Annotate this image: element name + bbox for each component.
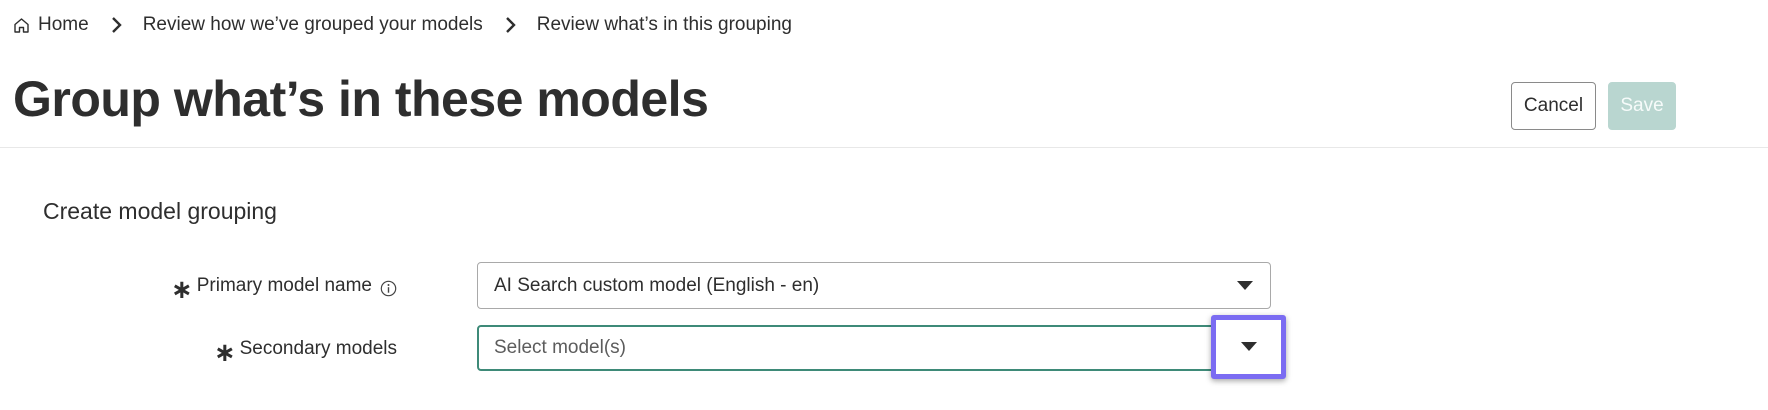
secondary-models-label: ∗ Secondary models — [214, 325, 397, 372]
breadcrumb-home[interactable]: Home — [13, 14, 89, 36]
cancel-button[interactable]: Cancel — [1511, 82, 1596, 130]
required-mark: ∗ — [213, 336, 236, 367]
info-icon[interactable] — [380, 280, 397, 297]
header-divider — [0, 147, 1768, 148]
breadcrumb: Home Review how we’ve grouped your model… — [13, 12, 792, 38]
caret-down-icon — [1240, 342, 1257, 352]
section-title: Create model grouping — [43, 198, 277, 224]
breadcrumb-current: Review what’s in this grouping — [537, 14, 792, 36]
secondary-models-select[interactable]: Select model(s) — [477, 325, 1271, 371]
caret-down-icon[interactable] — [1237, 280, 1253, 291]
header-actions: Cancel Save — [1511, 82, 1676, 130]
breadcrumb-review-groups[interactable]: Review how we’ve grouped your models — [143, 14, 483, 36]
secondary-models-label-text: Secondary models — [239, 337, 397, 359]
primary-model-select[interactable]: AI Search custom model (English - en) — [477, 262, 1271, 309]
primary-model-value: AI Search custom model (English - en) — [494, 274, 820, 296]
primary-model-label: ∗ Primary model name — [171, 262, 397, 309]
secondary-models-placeholder: Select model(s) — [494, 337, 626, 358]
primary-model-label-text: Primary model name — [196, 274, 372, 296]
page: Home Review how we’ve grouped your model… — [0, 0, 1768, 410]
secondary-models-dropdown-toggle[interactable] — [1211, 315, 1286, 379]
required-mark: ∗ — [170, 273, 193, 304]
breadcrumb-home-label: Home — [38, 14, 89, 35]
save-button[interactable]: Save — [1608, 82, 1676, 130]
home-icon — [13, 17, 30, 34]
breadcrumb-review-groups-label: Review how we’ve grouped your models — [142, 14, 483, 35]
chevron-right-icon — [109, 16, 123, 34]
page-title: Group what’s in these models — [13, 71, 709, 127]
breadcrumb-current-label: Review what’s in this grouping — [536, 14, 792, 35]
chevron-right-icon — [503, 16, 517, 34]
